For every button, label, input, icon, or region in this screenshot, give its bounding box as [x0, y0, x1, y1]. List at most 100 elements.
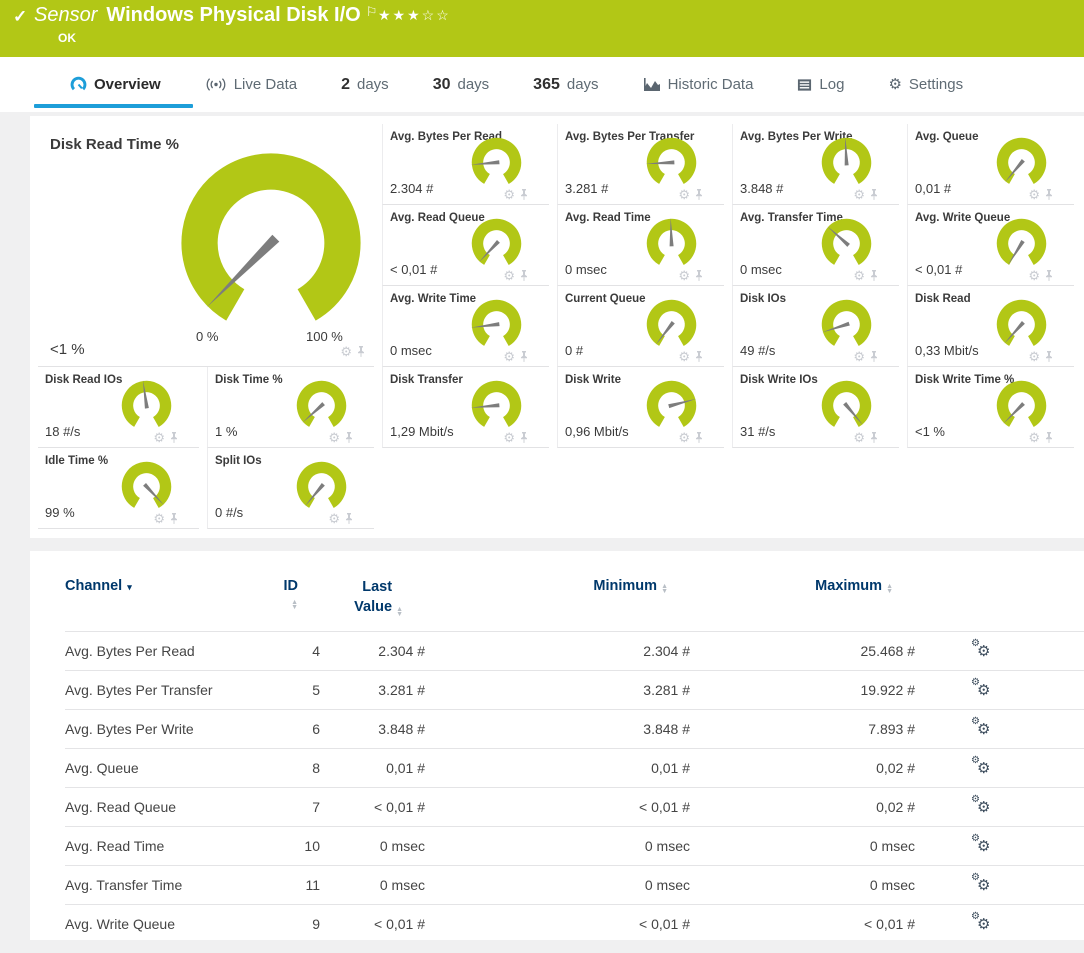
pin-icon[interactable]	[869, 269, 879, 282]
channel-settings-icon[interactable]: ⚙⚙	[977, 683, 990, 698]
gauge-value: 3.848 #	[740, 181, 783, 196]
channel-gauge	[468, 296, 525, 353]
gear-icon[interactable]: ⚙	[678, 350, 690, 363]
pin-icon[interactable]	[519, 350, 529, 363]
tab-label: days	[457, 76, 489, 93]
channel-table-panel: Channel▾ ID▲▼ Last Value▲▼ Minimum▲▼ Max…	[30, 551, 1084, 940]
pin-icon[interactable]	[694, 188, 704, 201]
column-maximum[interactable]: Maximum▲▼	[815, 578, 915, 594]
channel-settings-icon[interactable]: ⚙⚙	[977, 761, 990, 776]
channel-cell: 5	[280, 682, 320, 698]
pin-icon[interactable]	[519, 188, 529, 201]
gauge-value: 3.281 #	[565, 181, 608, 196]
channel-gauge	[468, 134, 525, 191]
channel-settings-icon[interactable]: ⚙⚙	[977, 644, 990, 659]
gauge-card: Split IOs 0 #/s⚙	[207, 448, 374, 529]
channel-cell: < 0,01 #	[425, 916, 690, 932]
gauge-card: Avg. Bytes Per Transfer 3.281 #⚙	[557, 124, 724, 205]
channel-gauge	[643, 296, 700, 353]
pin-icon[interactable]	[694, 350, 704, 363]
gauge-value: 0 #	[565, 343, 583, 358]
tab-30-days[interactable]: 30days	[411, 57, 511, 112]
channel-cell: 3.281 #	[320, 682, 425, 698]
gear-icon[interactable]: ⚙	[503, 188, 515, 201]
pin-icon[interactable]	[344, 512, 354, 525]
pin-icon[interactable]	[869, 188, 879, 201]
priority-stars[interactable]: ★★★☆☆	[378, 7, 451, 24]
pin-icon[interactable]	[869, 350, 879, 363]
gear-icon[interactable]: ⚙	[678, 188, 690, 201]
pin-icon[interactable]	[694, 431, 704, 444]
pin-icon[interactable]	[169, 431, 179, 444]
gauge-title: Avg. Queue	[915, 131, 978, 143]
gear-icon[interactable]: ⚙	[340, 345, 352, 358]
column-channel[interactable]: Channel▾	[65, 578, 280, 594]
column-id[interactable]: ID▲▼	[280, 578, 320, 610]
gear-icon[interactable]: ⚙	[328, 431, 340, 444]
flag-icon[interactable]: ⚐	[366, 4, 378, 19]
tab-overview[interactable]: Overview	[48, 57, 183, 112]
pin-icon[interactable]	[519, 431, 529, 444]
gear-icon[interactable]: ⚙	[853, 350, 865, 363]
pin-icon[interactable]	[1044, 188, 1054, 201]
tab-live-data[interactable]: Live Data	[183, 57, 319, 112]
column-minimum[interactable]: Minimum▲▼	[593, 578, 690, 594]
sensor-kind-label: Sensor	[34, 4, 97, 26]
channel-settings-icon[interactable]: ⚙⚙	[977, 917, 990, 932]
gear-icon[interactable]: ⚙	[153, 431, 165, 444]
gear-icon[interactable]: ⚙	[853, 269, 865, 282]
column-last-value[interactable]: Last Value▲▼	[342, 578, 425, 617]
gauge-scale-min: 0 %	[196, 329, 218, 344]
gear-icon[interactable]: ⚙	[503, 431, 515, 444]
gear-icon[interactable]: ⚙	[503, 350, 515, 363]
table-row: Avg. Transfer Time110 msec0 msec0 msec⚙⚙	[65, 865, 1084, 904]
gear-icon[interactable]: ⚙	[328, 512, 340, 525]
status-check-icon: ✓	[13, 7, 27, 27]
pin-icon[interactable]	[869, 431, 879, 444]
gear-icon[interactable]: ⚙	[678, 269, 690, 282]
pin-icon[interactable]	[1044, 431, 1054, 444]
gear-icon[interactable]: ⚙	[1028, 350, 1040, 363]
pin-icon[interactable]	[694, 269, 704, 282]
channel-settings-icon[interactable]: ⚙⚙	[977, 800, 990, 815]
gear-icon[interactable]: ⚙	[1028, 269, 1040, 282]
tab-label: days	[357, 76, 389, 93]
pin-icon[interactable]	[356, 345, 366, 358]
channel-settings-icon[interactable]: ⚙⚙	[977, 839, 990, 854]
tab-2-days[interactable]: 2days	[319, 57, 411, 112]
gear-icon[interactable]: ⚙	[678, 431, 690, 444]
pin-icon[interactable]	[519, 269, 529, 282]
tab-settings[interactable]: ⚙Settings	[866, 57, 985, 112]
tab-bar: OverviewLive Data2days30days365daysHisto…	[0, 57, 1084, 112]
channel-gauge	[818, 377, 875, 434]
gauge-title: Disk Write	[565, 374, 621, 386]
sort-icon: ▲▼	[291, 600, 298, 610]
gear-icon[interactable]: ⚙	[853, 188, 865, 201]
pin-icon[interactable]	[169, 512, 179, 525]
status-badge: OK	[58, 31, 76, 45]
channel-settings-icon[interactable]: ⚙⚙	[977, 722, 990, 737]
gear-icon[interactable]: ⚙	[1028, 188, 1040, 201]
table-row: Avg. Read Queue7< 0,01 #< 0,01 #0,02 #⚙⚙	[65, 787, 1084, 826]
channel-cell: 2.304 #	[425, 643, 690, 659]
pin-icon[interactable]	[344, 431, 354, 444]
pin-icon[interactable]	[1044, 350, 1054, 363]
gear-icon[interactable]: ⚙	[503, 269, 515, 282]
channel-cell: 0 msec	[320, 877, 425, 893]
gauge-value: 0 msec	[740, 262, 782, 277]
channel-cell: 2.304 #	[320, 643, 425, 659]
primary-gauge-card: Disk Read Time % 0 % 100 % <1 % ⚙	[38, 124, 374, 367]
gauge-card: Avg. Bytes Per Read 2.304 #⚙	[382, 124, 549, 205]
gear-icon[interactable]: ⚙	[153, 512, 165, 525]
gauge-value: < 0,01 #	[915, 262, 962, 277]
tab-365-days[interactable]: 365days	[511, 57, 620, 112]
tab-label: Log	[819, 76, 844, 93]
channel-settings-icon[interactable]: ⚙⚙	[977, 878, 990, 893]
pin-icon[interactable]	[1044, 269, 1054, 282]
sort-icon: ▲▼	[886, 584, 893, 594]
gauge-icon	[70, 76, 87, 93]
tab-historic-data[interactable]: Historic Data	[621, 57, 776, 112]
tab-log[interactable]: Log	[775, 57, 866, 112]
gear-icon[interactable]: ⚙	[853, 431, 865, 444]
gear-icon[interactable]: ⚙	[1028, 431, 1040, 444]
